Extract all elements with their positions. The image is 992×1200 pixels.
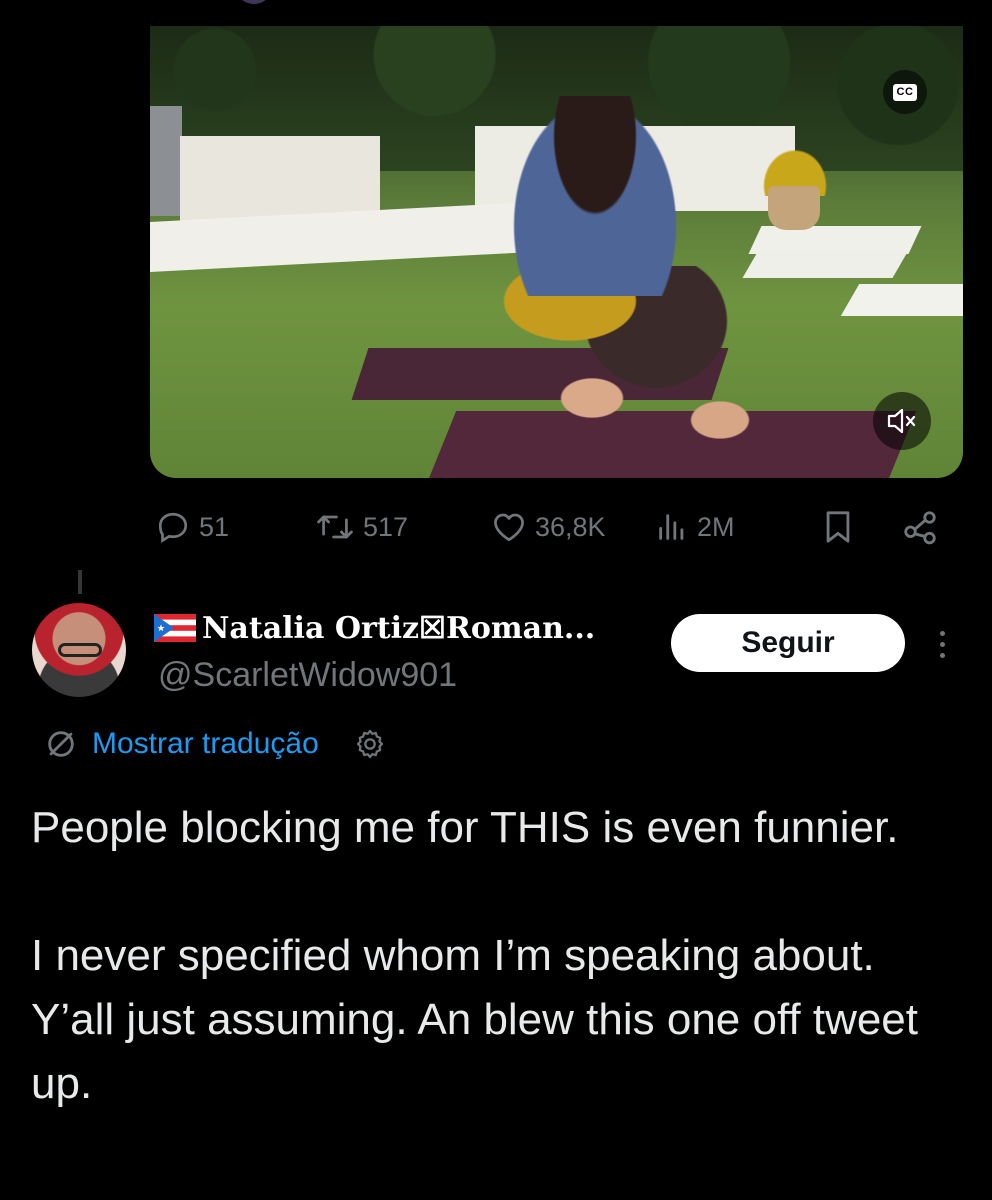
parent-avatar-peek [238, 0, 270, 4]
gear-icon[interactable] [353, 727, 387, 761]
author-name: Natalia Ortiz☒Roman... [202, 610, 596, 646]
avatar[interactable] [32, 603, 126, 697]
like-button[interactable]: 36,8K [491, 505, 606, 549]
reply-button[interactable]: 51 [155, 505, 229, 549]
bookmark-button[interactable] [821, 505, 855, 549]
video-player[interactable]: CC [150, 26, 963, 478]
mute-button[interactable] [873, 392, 931, 450]
repost-button[interactable]: 517 [315, 505, 408, 549]
reply-count: 51 [199, 511, 230, 542]
more-options-button[interactable] [930, 622, 954, 666]
share-button[interactable] [901, 505, 939, 549]
repost-count: 517 [363, 511, 409, 542]
like-count: 36,8K [535, 511, 606, 542]
author-display-name[interactable]: Natalia Ortiz☒Roman... [154, 608, 595, 648]
tweet-actions: 51 517 36,8K 2M [155, 505, 945, 549]
show-translation-link[interactable]: Mostrar tradução [92, 727, 319, 761]
puerto-rico-flag-icon [154, 614, 196, 642]
like-icon [494, 513, 524, 542]
captions-button[interactable]: CC [883, 70, 927, 114]
translate-icon [48, 731, 74, 757]
translate-row: Mostrar tradução [44, 723, 387, 765]
views-icon [659, 514, 684, 540]
thread-connector [78, 570, 82, 594]
cc-icon: CC [892, 83, 918, 101]
tweet-page: CC 51 517 36,8K 2M Natalia Ortiz☒Roman..… [0, 0, 992, 1200]
follow-button[interactable]: Seguir [671, 614, 905, 672]
retweet-icon [317, 515, 353, 539]
tweet-text: People blocking me for THIS is even funn… [31, 803, 919, 1108]
views-button[interactable]: 2M [655, 505, 735, 549]
mute-icon [887, 408, 916, 434]
views-count: 2M [697, 511, 735, 542]
reply-icon [158, 512, 188, 543]
share-icon [904, 511, 936, 545]
author-handle[interactable]: @ScarletWidow901 [158, 656, 457, 695]
more-icon [939, 630, 945, 658]
bookmark-icon [826, 511, 850, 543]
